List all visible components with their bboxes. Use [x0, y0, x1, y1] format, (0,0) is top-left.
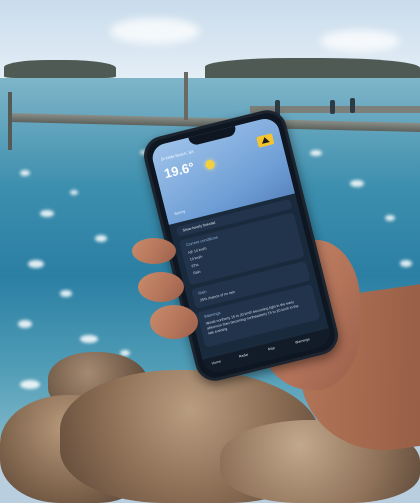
- water-glint: [18, 320, 32, 328]
- tab-radar[interactable]: Radar: [238, 353, 248, 359]
- pier-post: [8, 92, 12, 150]
- pier-post: [184, 72, 188, 120]
- distant-island-left: [4, 60, 116, 78]
- water-glint: [40, 210, 54, 217]
- section-title: Rain: [197, 288, 207, 296]
- water-glint: [310, 150, 322, 156]
- section-title: Current conditions: [185, 234, 219, 248]
- tab-warnings[interactable]: Warnings: [295, 337, 311, 345]
- cloud: [110, 18, 200, 44]
- condition-row: 10 km/h: [189, 254, 203, 262]
- condition-row: Rain: [192, 269, 201, 276]
- tab-map[interactable]: Map: [267, 346, 275, 352]
- water-glint: [60, 290, 72, 297]
- water-glint: [350, 180, 364, 187]
- condition-row: 67%: [191, 262, 200, 269]
- person: [350, 98, 355, 113]
- condition-row: NE 10 km/h: [187, 246, 207, 255]
- water-glint: [20, 170, 30, 176]
- photo-scene: St Kilda Beach, SA 19.6° Sunny Show hour…: [0, 0, 420, 503]
- hourly-forecast-label: Show hourly forecast: [182, 220, 216, 233]
- water-glint: [28, 260, 44, 268]
- cloud: [320, 30, 400, 52]
- finger: [138, 272, 184, 302]
- warning-text: Winds northerly 15 to 20 km/h becoming l…: [205, 299, 299, 336]
- finger: [132, 238, 176, 264]
- water-glint: [400, 260, 412, 267]
- water-glint: [385, 215, 395, 221]
- water-glint: [95, 235, 107, 242]
- water-glint: [70, 190, 78, 195]
- water-glint: [80, 335, 98, 343]
- distant-island-right: [205, 58, 420, 80]
- person: [330, 100, 335, 114]
- tab-home[interactable]: Home: [211, 359, 221, 365]
- water-glint: [20, 380, 40, 389]
- finger: [150, 305, 198, 339]
